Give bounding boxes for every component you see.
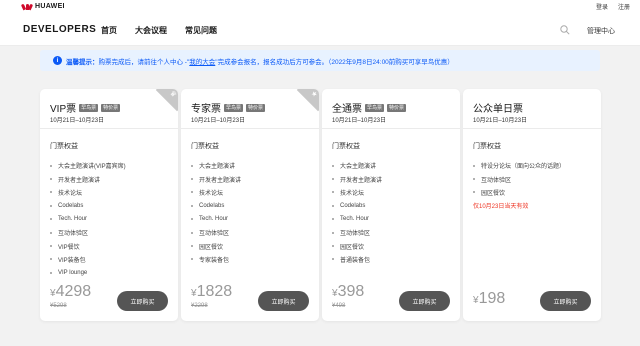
login-link[interactable]: 登录 [596,2,608,11]
benefit-item: 园区餐饮 [191,239,241,252]
register-link[interactable]: 注册 [618,2,630,11]
benefit-item: 园区餐饮 [473,186,565,199]
benefit-item: 特设分论坛（面向公众的话题） [473,159,565,172]
benefit-list: 大会主题演讲(VIP嘉宾席) 开发者主题演讲 技术论坛 Codelabs Tec… [50,159,126,280]
ticket-name: 全通票 [332,104,362,115]
main-navbar: DEVELOPERS 首页 大会议程 常见问题 管理中心 [0,13,640,46]
original-price: ¥5298 [50,303,67,309]
special-price-badge: 特价票 [387,103,407,112]
buy-button[interactable]: 立即购买 [540,291,591,311]
benefit-item: 园区餐饮 [332,239,382,252]
benefit-item: Codelabs [191,199,241,212]
huawei-petal-icon [20,2,34,11]
search-icon[interactable] [560,25,570,35]
rights-title: 门票权益 [50,143,78,150]
benefit-item: Tech. Hour [332,213,382,226]
benefit-item: Codelabs [332,199,382,212]
rights-title: 门票权益 [473,143,501,150]
benefit-list: 大会主题演讲 开发者主题演讲 技术论坛 Codelabs Tech. Hour … [332,159,382,266]
ticket-name: VIP票 [50,104,77,115]
ticket-card-expert: ★ 专家票 早鸟票 特价票 10月21日–10月23日 门票权益 大会主题演讲 … [181,89,319,321]
ticket-card-vip: ♛ VIP票 早鸟票 特价票 10月21日–10月23日 门票权益 大会主题演讲… [40,89,178,321]
buy-button[interactable]: 立即购买 [117,291,168,311]
divider [40,128,178,129]
ticket-name: 公众单日票 [473,104,523,115]
benefit-item: Tech. Hour [191,213,241,226]
benefit-item: 普通装备包 [332,253,382,266]
divider [322,128,460,129]
benefit-item: VIP装备包 [50,253,126,266]
notice-text-before: 购票完成后，请前往个人中心 -" [98,58,190,66]
admin-center-link[interactable]: 管理中心 [587,26,615,36]
early-bird-badge: 早鸟票 [224,103,244,112]
ticket-card-public-day: 公众单日票 10月21日–10月23日 门票权益 特设分论坛（面向公众的话题） … [463,89,601,321]
special-price-badge: 特价票 [101,103,121,112]
rights-title: 门票权益 [332,143,360,150]
benefit-item: 互动体验区 [50,226,126,239]
divider [463,128,601,129]
rights-title: 门票权益 [191,143,219,150]
benefit-item: 开发者主题演讲 [332,172,382,185]
ticket-price: ¥4298 [50,283,92,300]
ticket-date: 10月21日–10月23日 [50,118,105,124]
benefit-item: 互动体验区 [332,226,382,239]
benefit-list: 特设分论坛（面向公众的话题） 互动体验区 园区餐饮 仅10月23日当天有效 [473,159,565,213]
benefit-item: 技术论坛 [332,186,382,199]
ticket-card-full-pass: 全通票 早鸟票 特价票 10月21日–10月23日 门票权益 大会主题演讲 开发… [322,89,460,321]
huawei-logo[interactable]: HUAWEI [20,2,65,11]
ticket-date: 10月21日–10月23日 [332,118,387,124]
divider [181,128,319,129]
benefit-item: Codelabs [50,199,126,212]
early-bird-badge: 早鸟票 [365,103,385,112]
nav-item-faq[interactable]: 常见问题 [185,25,217,36]
benefit-item: 技术论坛 [50,186,126,199]
benefit-item: 技术论坛 [191,186,241,199]
benefit-item: 开发者主题演讲 [50,172,126,185]
early-bird-badge: 早鸟票 [79,103,99,112]
benefit-item: 大会主题演讲 [191,159,241,172]
benefit-item: 大会主题演讲 [332,159,382,172]
benefit-item: 互动体验区 [191,226,241,239]
benefit-item: VIP餐饮 [50,239,126,252]
original-price: ¥2298 [191,303,208,309]
benefit-item: VIP lounge [50,266,126,279]
logo-text: HUAWEI [35,2,65,10]
nav-item-agenda[interactable]: 大会议程 [135,25,167,36]
nav-item-home[interactable]: 首页 [101,25,117,36]
benefit-item: 开发者主题演讲 [191,172,241,185]
my-conference-link[interactable]: 我的大会 [189,56,215,66]
benefit-item: 专家装备包 [191,253,241,266]
buy-button[interactable]: 立即购买 [399,291,450,311]
validity-warning: 仅10月23日当天有效 [473,204,529,211]
notice-label: 温馨提示： [66,58,99,66]
original-price: ¥498 [332,303,346,309]
ticket-name: 专家票 [191,104,221,115]
ticket-date: 10月21日–10月23日 [191,118,246,124]
top-bar: HUAWEI 登录 注册 [0,0,640,13]
benefit-list: 大会主题演讲 开发者主题演讲 技术论坛 Codelabs Tech. Hour … [191,159,241,266]
benefit-item: Tech. Hour [50,213,126,226]
notice-banner: i 温馨提示： 购票完成后，请前往个人中心 -" 我的大会 "完成参会报名，报名… [40,50,600,71]
ticket-price: ¥1828 [191,283,233,300]
ticket-price: ¥198 [473,290,506,307]
ticket-price: ¥398 [332,283,365,300]
notice-text-after: "完成参会报名，报名成功后方可参会。（2022年9月8日24:00前购买可享早鸟… [215,58,454,66]
benefit-item: 大会主题演讲(VIP嘉宾席) [50,159,126,172]
info-icon: i [53,56,62,65]
special-price-badge: 特价票 [246,103,266,112]
benefit-item: 互动体验区 [473,172,565,185]
buy-button[interactable]: 立即购买 [258,291,309,311]
ticket-date: 10月21日–10月23日 [473,118,528,124]
brand-title[interactable]: DEVELOPERS [23,24,96,35]
